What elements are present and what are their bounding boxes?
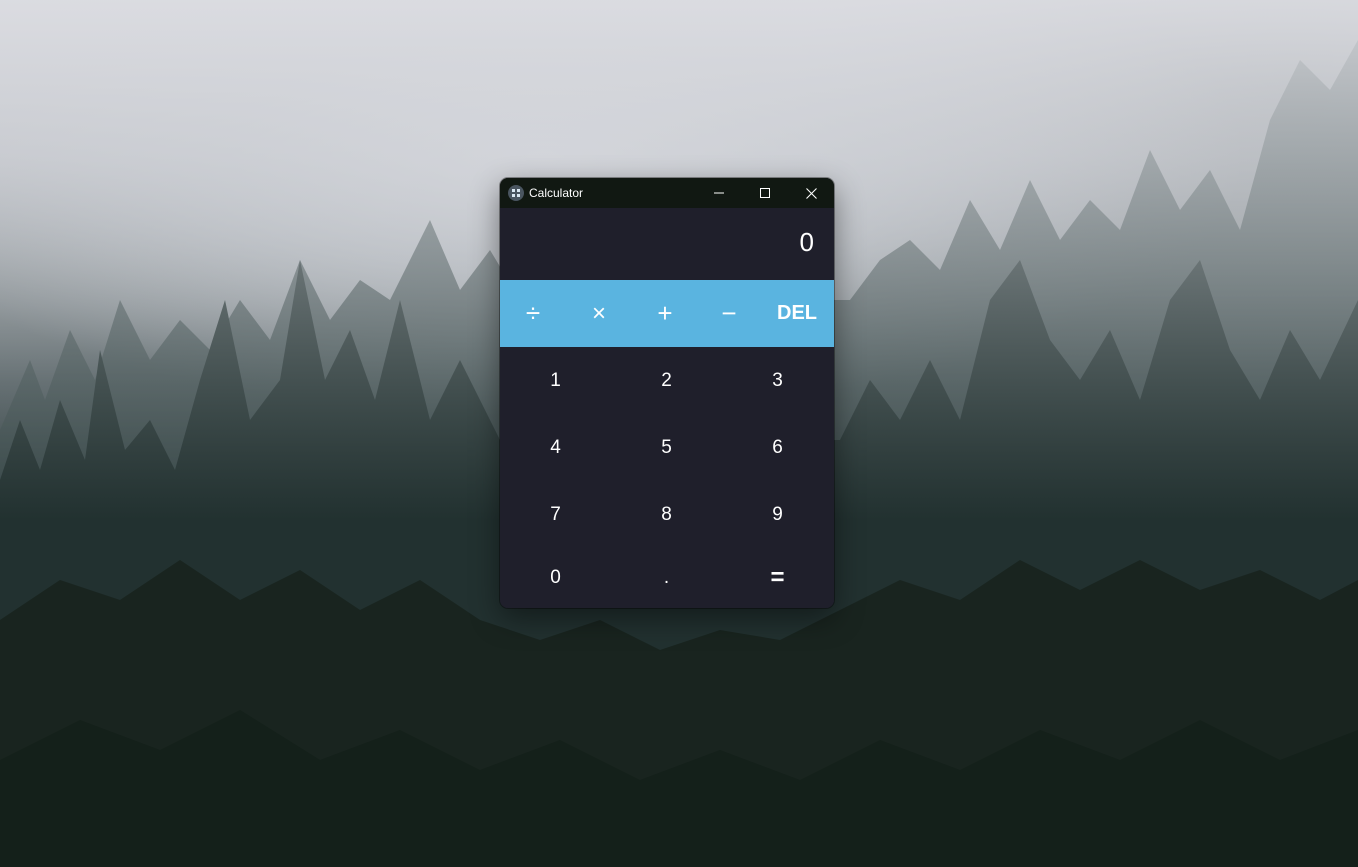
minimize-button[interactable] (696, 178, 742, 208)
maximize-icon (760, 188, 770, 198)
operator-bar: ÷ × + − DEL (500, 280, 834, 347)
subtract-button[interactable]: − (698, 280, 760, 347)
close-icon (805, 187, 817, 199)
minimize-icon (714, 192, 724, 194)
close-button[interactable] (788, 178, 834, 208)
calculator-app-icon (508, 185, 524, 201)
key-9[interactable]: 9 (722, 481, 833, 548)
equals-key[interactable]: = (722, 548, 833, 608)
result-display: 0 (500, 208, 834, 280)
key-8[interactable]: 8 (611, 481, 722, 548)
display-value: 0 (799, 227, 814, 257)
key-6[interactable]: 6 (722, 414, 833, 481)
calculator-window: Calculator 0 ÷ × + − DEL 1 2 3 4 5 6 7 8… (500, 178, 834, 608)
add-button[interactable]: + (632, 280, 698, 347)
key-2[interactable]: 2 (611, 347, 722, 414)
divide-button[interactable]: ÷ (500, 280, 566, 347)
key-0[interactable]: 0 (500, 548, 611, 608)
multiply-button[interactable]: × (566, 280, 632, 347)
key-1[interactable]: 1 (500, 347, 611, 414)
delete-button[interactable]: DEL (760, 280, 834, 347)
key-7[interactable]: 7 (500, 481, 611, 548)
key-5[interactable]: 5 (611, 414, 722, 481)
window-title: Calculator (529, 186, 584, 200)
desktop-background: Calculator 0 ÷ × + − DEL 1 2 3 4 5 6 7 8… (0, 0, 1358, 867)
key-4[interactable]: 4 (500, 414, 611, 481)
maximize-button[interactable] (742, 178, 788, 208)
title-bar[interactable]: Calculator (500, 178, 834, 208)
decimal-point-key[interactable]: . (611, 548, 722, 608)
key-3[interactable]: 3 (722, 347, 833, 414)
number-keypad: 1 2 3 4 5 6 7 8 9 0 . = (500, 347, 834, 608)
